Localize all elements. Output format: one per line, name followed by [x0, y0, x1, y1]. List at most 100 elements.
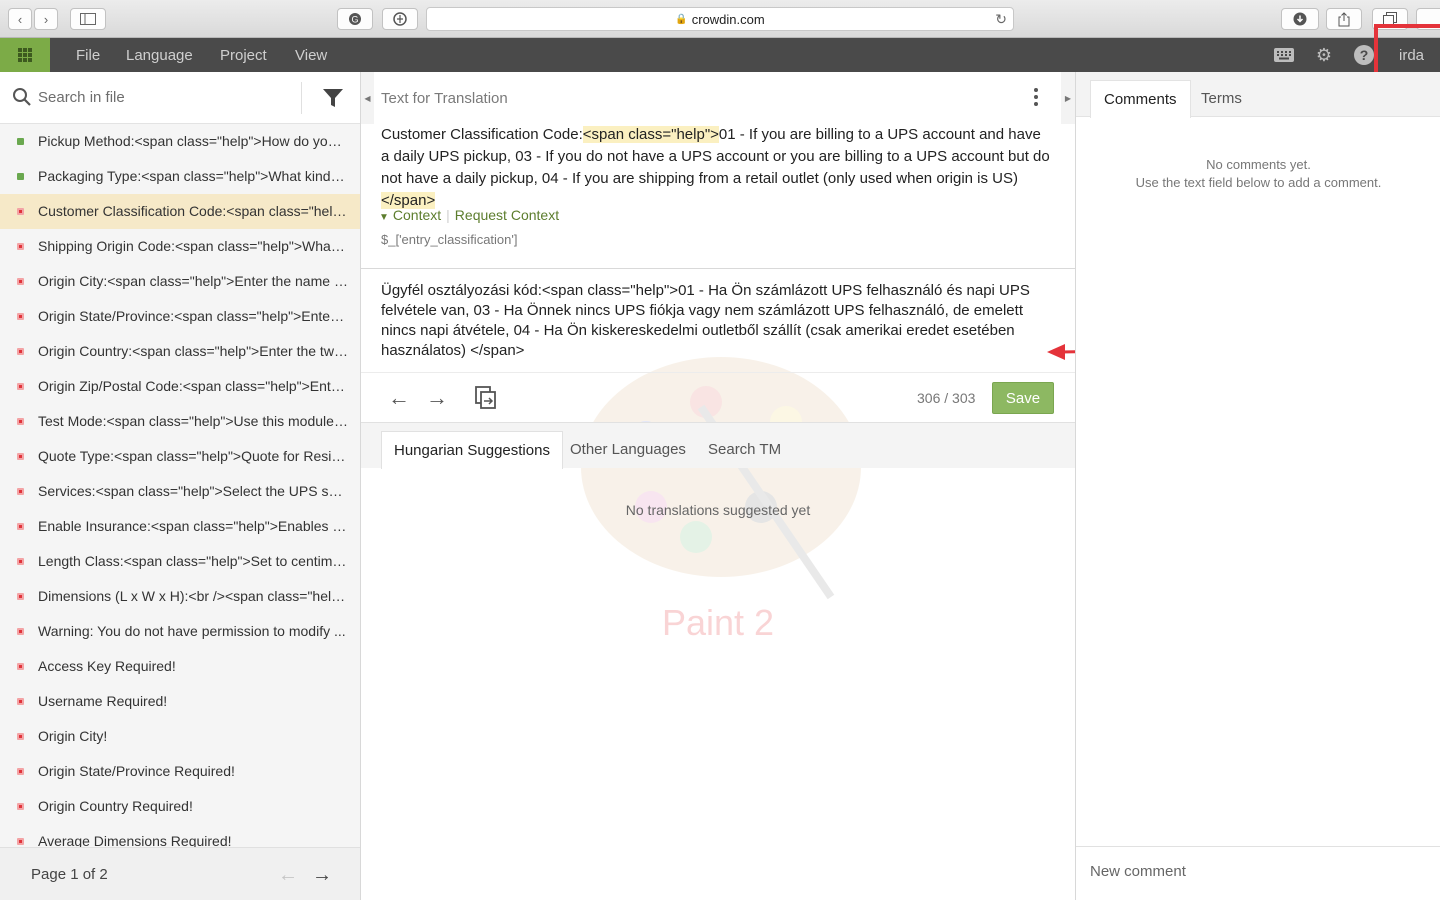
request-context-link[interactable]: Request Context	[455, 207, 559, 223]
no-comments-line1: No comments yet.	[1206, 157, 1311, 172]
list-item[interactable]: Pickup Method:<span class="help">How do …	[0, 124, 360, 159]
list-item[interactable]: Origin State/Province:<span class="help"…	[0, 299, 360, 334]
list-item[interactable]: Origin Country:<span class="help">Enter …	[0, 334, 360, 369]
untranslated-status-icon	[17, 278, 24, 285]
string-list: Pickup Method:<span class="help">How do …	[0, 124, 360, 847]
untranslated-status-icon	[17, 768, 24, 775]
editor-pane: ◀ ▶ Text for Translation Customer Classi…	[361, 72, 1176, 900]
divider	[301, 82, 302, 114]
list-item[interactable]: Shipping Origin Code:<span class="help">…	[0, 229, 360, 264]
untranslated-status-icon	[17, 558, 24, 565]
list-item[interactable]: Services:<span class="help">Select the U…	[0, 474, 360, 509]
string-key: $_['entry_classification']	[381, 232, 518, 247]
menu-language[interactable]: Language	[126, 47, 193, 64]
list-item[interactable]: Quote Type:<span class="help">Quote for …	[0, 439, 360, 474]
untranslated-status-icon	[17, 523, 24, 530]
list-item-label: Origin Country:<span class="help">Enter …	[38, 343, 348, 359]
tab-comments[interactable]: Comments	[1090, 80, 1191, 118]
keyboard-icon[interactable]	[1274, 45, 1294, 65]
filter-icon[interactable]	[322, 87, 344, 109]
list-item-label: Test Mode:<span class="help">Use this mo…	[38, 413, 348, 429]
list-item[interactable]: Test Mode:<span class="help">Use this mo…	[0, 404, 360, 439]
help-icon[interactable]: ?	[1354, 45, 1374, 65]
untranslated-status-icon	[17, 698, 24, 705]
collapse-left-icon[interactable]: ◀	[361, 72, 374, 124]
prev-page-icon[interactable]: ←	[278, 864, 298, 887]
arrow-left-icon[interactable]: ←	[388, 385, 410, 411]
list-item-label: Username Required!	[38, 693, 168, 709]
back-icon[interactable]: ‹	[8, 8, 32, 30]
address-bar[interactable]: 🔒 crowdin.com ↻	[426, 7, 1014, 31]
menu-view[interactable]: View	[295, 47, 327, 64]
list-item[interactable]: Dimensions (L x W x H):<br /><span class…	[0, 579, 360, 614]
browser-toolbar: ‹ › G 🔒 crowdin.com ↻	[0, 0, 1440, 38]
list-item[interactable]: Username Required!	[0, 684, 360, 719]
search-icon	[13, 88, 31, 106]
source-heading: Text for Translation	[381, 90, 508, 107]
list-item[interactable]: Length Class:<span class="help">Set to c…	[0, 544, 360, 579]
untranslated-status-icon	[17, 803, 24, 810]
list-item-label: Access Key Required!	[38, 658, 176, 674]
no-suggestions-message: No translations suggested yet	[625, 502, 811, 518]
new-comment-input[interactable]	[1090, 863, 1420, 880]
pagination: Page 1 of 2 ← →	[0, 847, 360, 900]
list-item-label: Origin State/Province:<span class="help"…	[38, 308, 348, 324]
grammarly-icon[interactable]: G	[337, 8, 373, 30]
list-item[interactable]: Origin Country Required!	[0, 789, 360, 824]
collapse-right-icon[interactable]: ▶	[1061, 72, 1075, 124]
no-comments-line2: Use the text field below to add a commen…	[1135, 175, 1382, 190]
reload-icon[interactable]: ↻	[995, 11, 1007, 28]
paint-palette-watermark	[581, 357, 861, 600]
list-item-label: Origin Zip/Postal Code:<span class="help…	[38, 378, 348, 394]
divider	[361, 372, 1075, 373]
menu-file[interactable]: File	[76, 47, 100, 64]
kebab-icon[interactable]	[1033, 88, 1039, 108]
untranslated-status-icon	[17, 663, 24, 670]
comments-tabs: Comments Terms	[1076, 72, 1440, 118]
tab-hungarian-suggestions[interactable]: Hungarian Suggestions	[381, 431, 563, 469]
list-item[interactable]: Customer Classification Code:<span class…	[0, 194, 360, 229]
apps-grid-icon[interactable]	[0, 38, 50, 72]
untranslated-status-icon	[17, 838, 24, 845]
tab-terms[interactable]: Terms	[1188, 80, 1255, 118]
menu-project[interactable]: Project	[220, 47, 267, 64]
context-link[interactable]: Context	[393, 207, 441, 223]
list-item[interactable]: Enable Insurance:<span class="help">Enab…	[0, 509, 360, 544]
shield-icon[interactable]	[382, 8, 418, 30]
source-part: Customer Classification Code:	[381, 126, 583, 143]
search-input[interactable]: Search in file	[38, 89, 125, 106]
untranslated-status-icon	[17, 418, 24, 425]
arrow-right-icon[interactable]: →	[426, 385, 448, 411]
list-item-label: Origin City:<span class="help">Enter the…	[38, 273, 348, 289]
translation-input[interactable]: Ügyfél osztályozási kód:<span class="hel…	[381, 281, 1057, 361]
forward-icon[interactable]: ›	[34, 8, 58, 30]
list-item[interactable]: Origin City:<span class="help">Enter the…	[0, 264, 360, 299]
tab-other-languages[interactable]: Other Languages	[558, 431, 698, 469]
no-comments-message: No comments yet. Use the text field belo…	[1076, 156, 1440, 192]
gear-icon[interactable]: ⚙	[1314, 45, 1334, 65]
svg-text:G: G	[351, 15, 358, 25]
list-item[interactable]: Origin State/Province Required!	[0, 754, 360, 789]
list-item[interactable]: Origin Zip/Postal Code:<span class="help…	[0, 369, 360, 404]
source-tag-open: <span class="help">	[582, 126, 719, 143]
copy-source-icon[interactable]	[475, 386, 497, 410]
untranslated-status-icon	[17, 313, 24, 320]
sidebar-icon[interactable]	[70, 8, 106, 30]
list-item[interactable]: Average Dimensions Required!	[0, 824, 360, 847]
list-item-label: Length Class:<span class="help">Set to c…	[38, 553, 348, 569]
share-icon[interactable]	[1326, 8, 1362, 30]
list-item[interactable]: Origin City!	[0, 719, 360, 754]
list-item-label: Enable Insurance:<span class="help">Enab…	[38, 518, 348, 534]
save-button[interactable]: Save	[992, 382, 1054, 414]
list-item[interactable]: Warning: You do not have permission to m…	[0, 614, 360, 649]
tab-search-tm[interactable]: Search TM	[696, 431, 793, 469]
caret-down-icon: ▼	[379, 212, 389, 223]
divider	[361, 268, 1075, 269]
list-item[interactable]: Packaging Type:<span class="help">What k…	[0, 159, 360, 194]
list-item[interactable]: Access Key Required!	[0, 649, 360, 684]
untranslated-status-icon	[17, 488, 24, 495]
next-page-icon[interactable]: →	[312, 864, 332, 887]
context-row: ▼ Context | Request Context	[379, 207, 560, 223]
download-icon[interactable]	[1281, 8, 1319, 30]
comments-pane: Comments Terms No comments yet. Use the …	[1075, 72, 1440, 900]
